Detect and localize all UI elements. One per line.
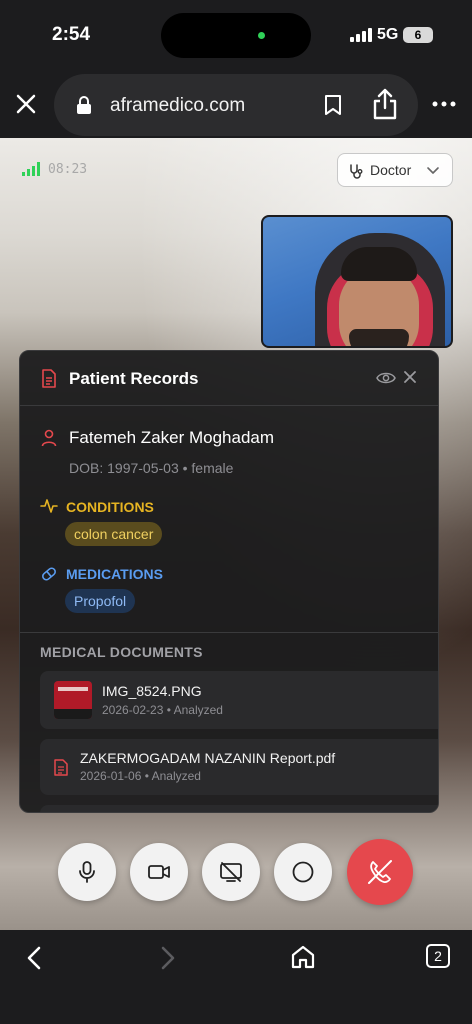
document-name: ZAKERMOGADAM NAZANIN Report.pdf xyxy=(80,750,336,766)
record-button[interactable] xyxy=(274,843,332,901)
camera-button[interactable] xyxy=(130,843,188,901)
microphone-icon xyxy=(79,861,95,883)
close-icon[interactable] xyxy=(14,92,38,116)
address-bar[interactable]: aframedico.com xyxy=(54,74,418,136)
document-meta: 2026-01-06 • Analyzed xyxy=(80,769,201,783)
patient-dob: DOB: 1997-05-03 • female xyxy=(69,460,234,476)
screen-share-off-icon xyxy=(220,862,242,882)
bookmark-icon[interactable] xyxy=(324,94,342,116)
pdf-icon xyxy=(54,759,68,776)
eye-icon[interactable] xyxy=(376,371,396,385)
home-icon[interactable] xyxy=(290,944,316,970)
browser-toolbar: aframedico.com xyxy=(0,70,472,138)
condition-badge: colon cancer xyxy=(65,522,163,546)
lock-icon xyxy=(77,96,91,114)
image-thumbnail xyxy=(54,681,92,719)
hang-up-icon xyxy=(368,860,392,884)
microphone-button[interactable] xyxy=(58,843,116,901)
documents-label: MEDICAL DOCUMENTS xyxy=(40,644,203,660)
document-meta: 2026-02-23 • Analyzed xyxy=(102,703,223,717)
close-icon[interactable] xyxy=(403,370,417,384)
camera-indicator xyxy=(258,32,265,39)
panel-header: Patient Records xyxy=(20,351,438,406)
status-time: 2:54 xyxy=(52,24,91,45)
role-dropdown[interactable]: Doctor xyxy=(337,153,453,187)
video-icon xyxy=(148,865,170,879)
medications-label: MEDICATIONS xyxy=(66,566,163,582)
person-icon xyxy=(41,429,57,447)
panel-title: Patient Records xyxy=(69,369,199,388)
document-item[interactable]: IMG_8524.PNG 2026-02-23 • Analyzed xyxy=(40,671,438,729)
document-item[interactable]: ZAKERMOGADAM NAZANIN Report.pdf 2026-01-… xyxy=(40,739,438,795)
share-icon[interactable] xyxy=(372,88,398,120)
battery-icon: 6 xyxy=(403,27,433,43)
conditions-label: CONDITIONS xyxy=(66,499,154,515)
more-icon[interactable] xyxy=(432,96,456,112)
network-type: 5G xyxy=(377,26,399,43)
patient-records-panel: Patient Records Fatemeh Zaker Moghadam D… xyxy=(19,350,439,813)
tabs-button[interactable]: 2 xyxy=(426,944,450,968)
browser-bottom-bar: 2 xyxy=(0,930,472,1024)
chevron-down-icon xyxy=(427,167,439,174)
document-name: IMG_8524.PNG xyxy=(102,683,202,699)
cell-signal-icon xyxy=(350,28,372,42)
role-label: Doctor xyxy=(370,162,412,178)
call-timer: 08:23 xyxy=(48,162,88,177)
pill-icon xyxy=(42,567,56,581)
url-text: aframedico.com xyxy=(110,95,246,116)
medication-badge: Propofol xyxy=(65,589,136,613)
record-icon xyxy=(292,861,314,883)
call-controls xyxy=(0,839,472,905)
forward-icon[interactable] xyxy=(158,946,178,970)
divider xyxy=(20,632,438,633)
self-video-preview[interactable] xyxy=(261,215,453,348)
stethoscope-icon xyxy=(350,164,363,179)
back-icon[interactable] xyxy=(24,946,44,970)
document-icon xyxy=(42,369,56,388)
screen-share-button[interactable] xyxy=(202,843,260,901)
status-bar: 2:54 5G 6 xyxy=(0,0,472,70)
pulse-icon xyxy=(40,499,58,513)
connection-signal-icon xyxy=(22,162,40,176)
document-item[interactable] xyxy=(40,805,438,812)
hang-up-button[interactable] xyxy=(347,839,413,905)
patient-name: Fatemeh Zaker Moghadam xyxy=(69,428,275,447)
dynamic-island xyxy=(161,13,311,58)
